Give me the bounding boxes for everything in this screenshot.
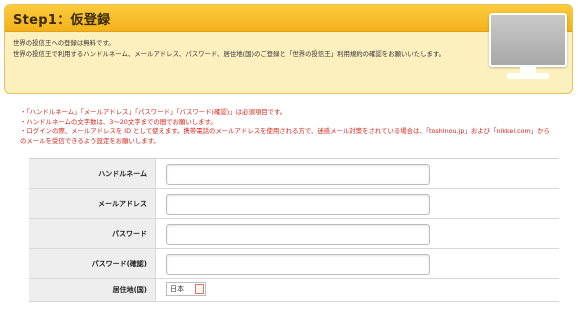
form-row-password-confirm: パスワード(確認) <box>29 249 559 279</box>
page-title: Step1：仮登録 <box>13 13 111 28</box>
form-row-handle: ハンドルネーム <box>29 159 559 189</box>
registration-page: Step1：仮登録 世界の投信王への登録は無料です。 世界の投信王で利用するハン… <box>0 0 578 315</box>
label-cell: ハンドルネーム <box>29 159 156 188</box>
notes-section: ・「ハンドルネーム」「メールアドレス」「パスワード」「パスワード(確認)」は必須… <box>20 108 570 146</box>
form-row-email: メールアドレス <box>29 189 559 219</box>
label-cell: メールアドレス <box>29 189 156 218</box>
password-confirm-label: パスワード(確認) <box>91 259 147 268</box>
password-input[interactable] <box>166 224 430 245</box>
step-header-panel: Step1：仮登録 世界の投信王への登録は無料です。 世界の投信王で利用するハン… <box>4 4 573 94</box>
monitor-screen <box>489 13 567 67</box>
form-row-residence: 居住地(国) 日本 <box>29 279 559 302</box>
monitor-icon <box>489 13 567 83</box>
email-label: メールアドレス <box>98 199 147 208</box>
header-description-line: 世界の投信王で利用するハンドルネーム、メールアドレス、パスワード、居住地(国)の… <box>13 50 446 58</box>
dropdown-arrow-icon[interactable] <box>195 284 204 294</box>
residence-select[interactable]: 日本 <box>166 282 206 296</box>
email-input[interactable] <box>166 194 430 215</box>
password-confirm-input[interactable] <box>166 254 430 275</box>
note-email-login-cont: のメールを受信できるよう設定をお願いします。 <box>20 136 160 145</box>
residence-selected-value: 日本 <box>170 285 184 293</box>
note-required-fields: ・「ハンドルネーム」「メールアドレス」「パスワード」「パスワード(確認)」は必須… <box>20 108 287 116</box>
note-email-login: ・ログインの際、メールアドレスを ID として使えます。携帯電話のメールアドレス… <box>20 127 550 135</box>
label-cell: パスワード(確認) <box>29 249 156 278</box>
residence-label: 居住地(国) <box>112 286 147 294</box>
monitor-base <box>507 73 549 79</box>
registration-form: ハンドルネーム メールアドレス パスワード パスワード(確認) 居住地(国) 日… <box>29 158 559 302</box>
handle-name-label: ハンドルネーム <box>98 169 147 178</box>
note-handle-length: ・ハンドルネームの文字数は、3～20文字までの間でお願いします。 <box>20 117 217 126</box>
form-row-password: パスワード <box>29 219 559 249</box>
handle-name-input[interactable] <box>166 164 430 185</box>
label-cell: 居住地(国) <box>29 279 156 301</box>
header-description-line: 世界の投信王への登録は無料です。 <box>13 39 115 47</box>
password-label: パスワード <box>112 229 147 238</box>
step-header-bar: Step1：仮登録 <box>5 5 572 32</box>
label-cell: パスワード <box>29 219 156 248</box>
